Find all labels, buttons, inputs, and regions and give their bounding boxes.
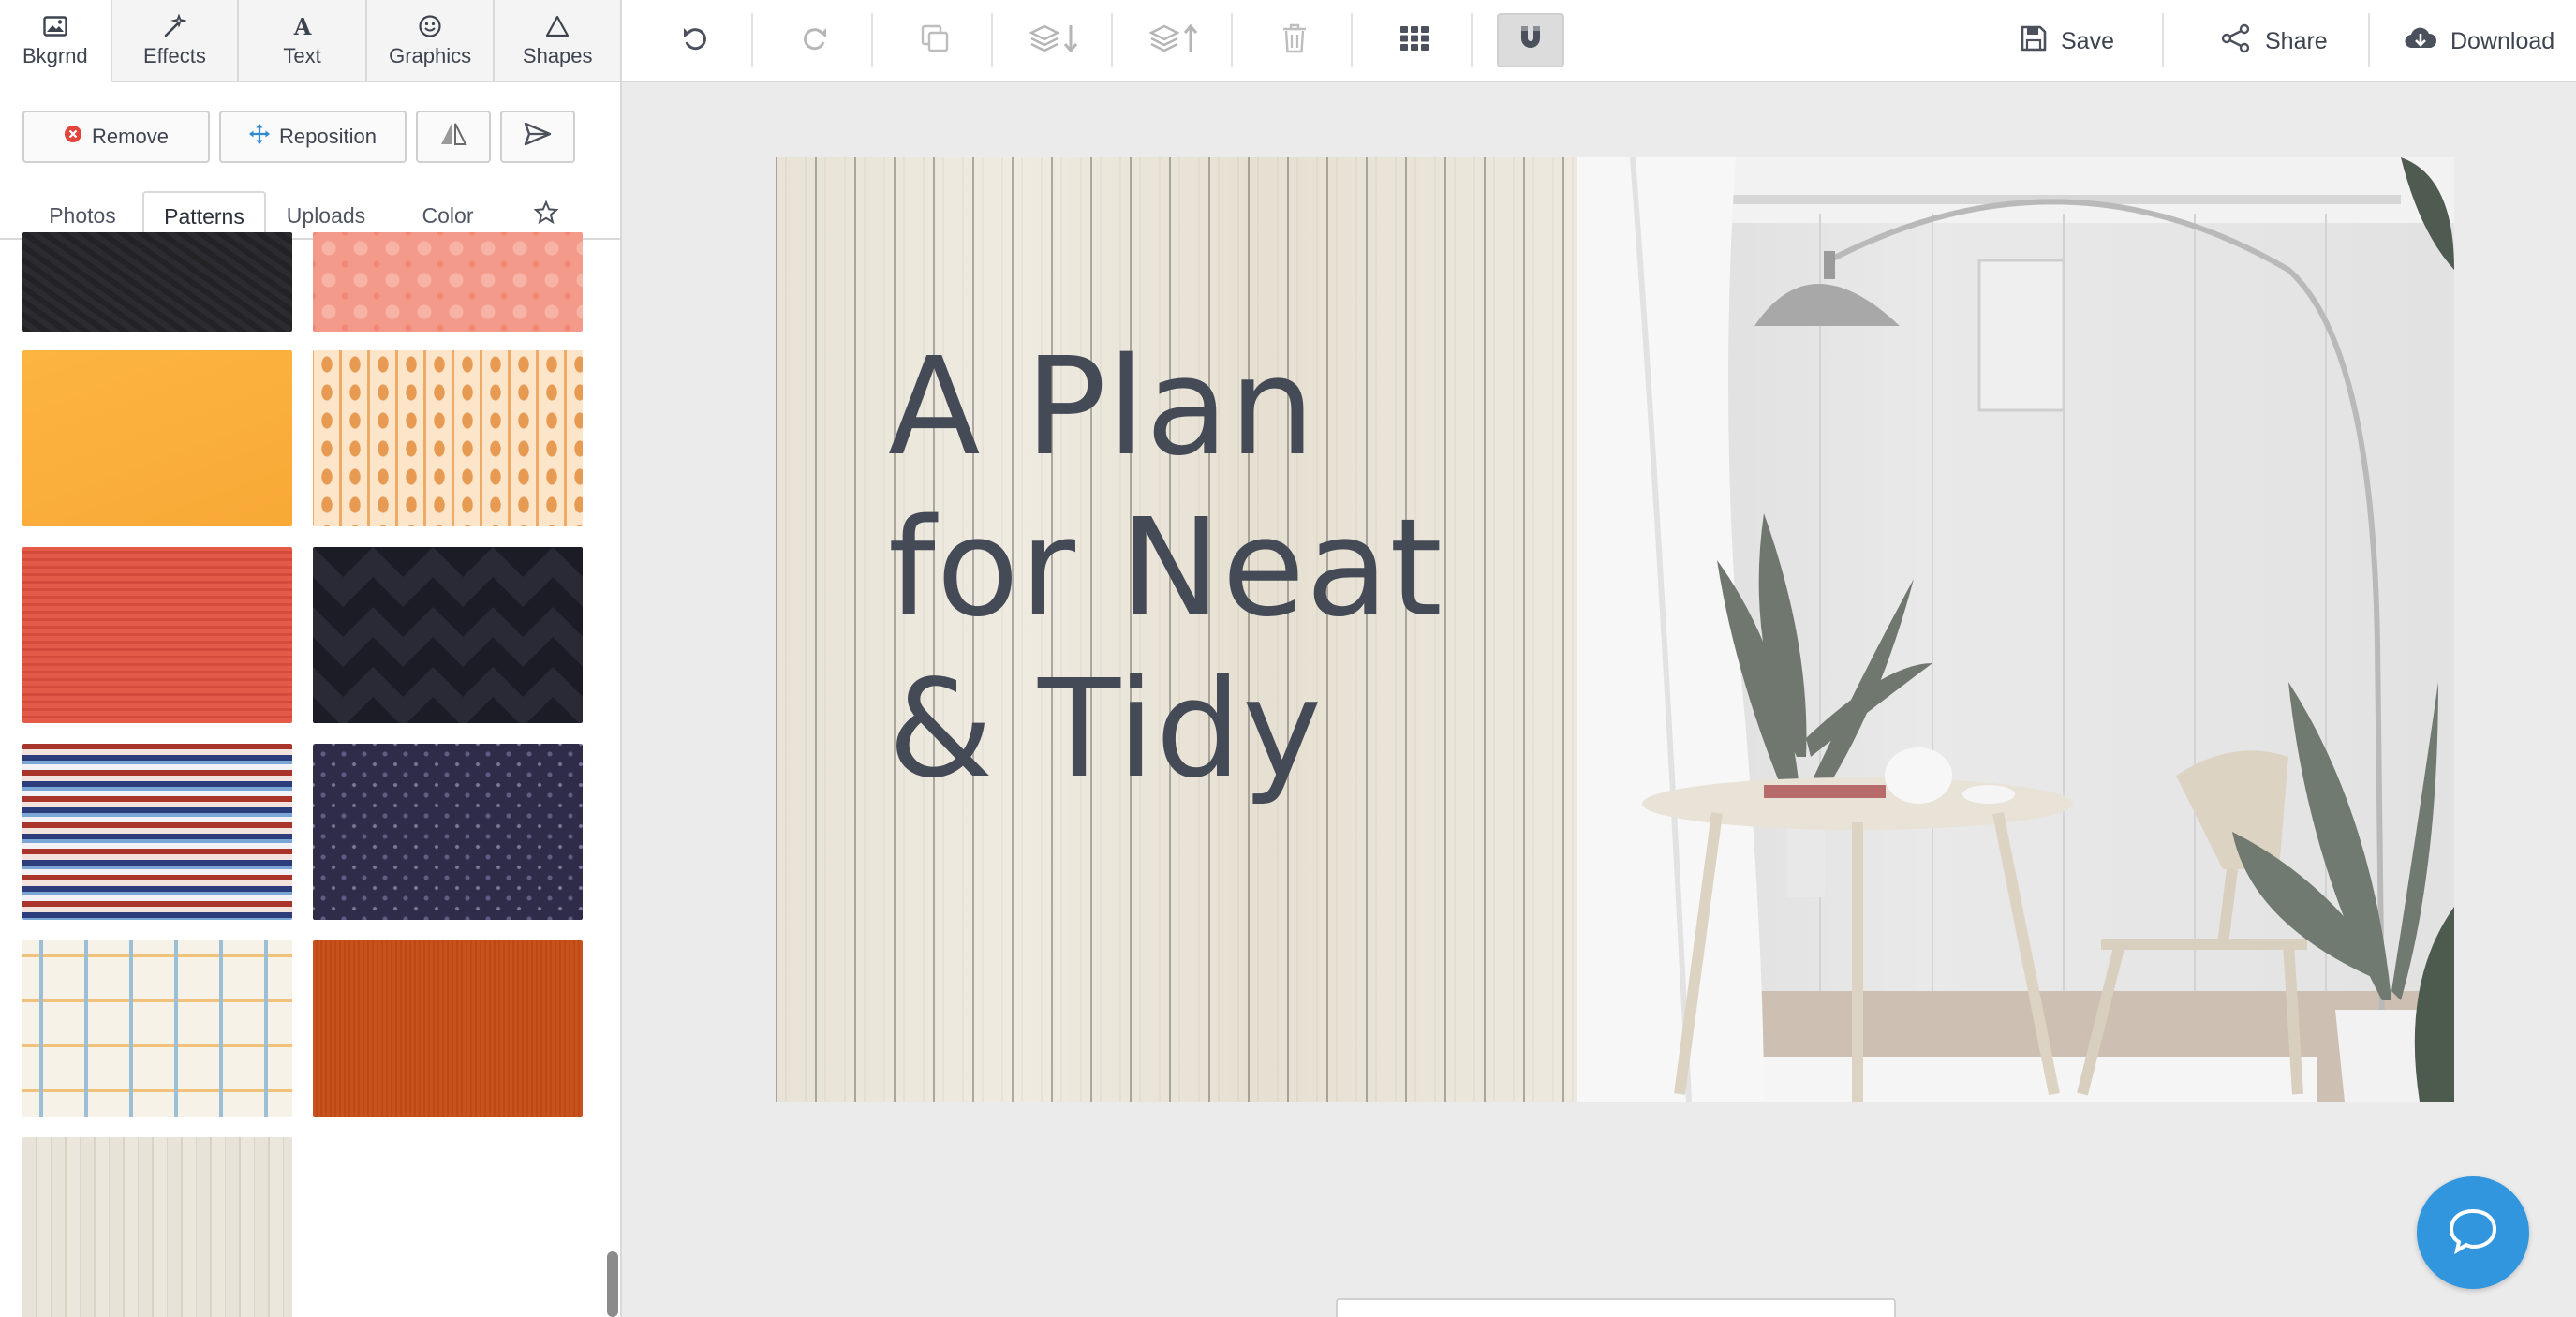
trash-icon [1281, 22, 1309, 59]
magic-wand-icon [162, 12, 187, 40]
triangle-icon [544, 12, 570, 40]
headline-line: & Tidy [888, 650, 1324, 807]
bring-forward-icon [1147, 22, 1202, 60]
share-button[interactable]: Share [2220, 21, 2328, 62]
remove-button[interactable]: Remove [22, 111, 210, 163]
tab-background[interactable]: Bkgrnd [0, 0, 112, 82]
tab-graphics-label: Graphics [389, 44, 472, 67]
toolbar-divider [991, 13, 993, 67]
toolbar-divider [2368, 13, 2370, 67]
tab-text-label: Text [283, 44, 321, 67]
pattern-orange-solid[interactable] [22, 350, 292, 526]
pattern-whitewash-wood[interactable] [22, 1137, 292, 1317]
send-backward-button[interactable] [1021, 13, 1088, 67]
tab-shapes-label: Shapes [522, 44, 593, 67]
tab-shapes[interactable]: Shapes [495, 0, 621, 82]
snap-magnet-button[interactable] [1497, 13, 1564, 67]
pattern-dark-chevron[interactable] [313, 547, 583, 723]
send-to-back-button[interactable] [500, 111, 575, 163]
subtab-color-label: Color [422, 202, 474, 228]
subtab-photos-label: Photos [49, 202, 116, 228]
move-icon [249, 124, 271, 150]
design-canvas[interactable]: A Plan for Neat & Tidy [776, 157, 2454, 1102]
svg-text:A: A [292, 14, 311, 38]
undo-icon [680, 23, 710, 58]
star-icon [533, 200, 559, 230]
duplicate-icon [919, 22, 951, 59]
grid-button[interactable] [1381, 13, 1448, 67]
reposition-button[interactable]: Reposition [219, 111, 407, 163]
save-label: Save [2061, 27, 2114, 54]
help-chat-button[interactable] [2417, 1176, 2529, 1289]
toolbar-divider [1111, 13, 1113, 67]
toolbar-divider [751, 13, 753, 67]
download-label: Download [2450, 27, 2555, 54]
grid-icon [1399, 25, 1429, 56]
pattern-navy-confetti[interactable] [313, 744, 583, 920]
redo-icon [800, 23, 830, 58]
remove-label: Remove [92, 125, 169, 148]
toolbar-divider [1471, 13, 1473, 67]
remove-icon [64, 125, 82, 149]
smiley-icon [418, 12, 442, 40]
toolbar-divider [1231, 13, 1233, 67]
subtab-uploads-label: Uploads [286, 202, 366, 228]
duplicate-button[interactable] [901, 13, 969, 67]
save-button[interactable]: Save [2020, 21, 2114, 62]
send-backward-icon [1028, 22, 1082, 60]
share-label: Share [2265, 27, 2328, 54]
tab-background-label: Bkgrnd [22, 44, 88, 67]
flip-button[interactable] [416, 111, 491, 163]
pattern-burnt-orange-linen[interactable] [313, 940, 583, 1117]
headline-line: A Plan [888, 328, 1316, 485]
tab-effects[interactable]: Effects [111, 0, 240, 82]
headline-line: for Neat [888, 489, 1443, 646]
interior-photo[interactable] [1577, 157, 2454, 1102]
redo-button[interactable] [781, 13, 849, 67]
tab-effects-label: Effects [143, 44, 206, 67]
pattern-kitchen-utensils[interactable] [313, 350, 583, 526]
pattern-pastel-geometric[interactable] [22, 940, 292, 1117]
reposition-label: Reposition [279, 125, 377, 148]
share-icon [2220, 23, 2252, 60]
tool-tabs: Bkgrnd Effects A Text Graphics Shapes [0, 0, 622, 82]
floppy-disk-icon [2020, 24, 2048, 59]
magnet-icon [1516, 23, 1546, 58]
panel-scrollbar[interactable] [607, 1251, 618, 1317]
toolbar-divider [2162, 13, 2164, 67]
cloud-download-icon [2404, 25, 2437, 58]
background-panel: Remove Reposition Photos Patterns Upload… [0, 82, 622, 1317]
subtab-patterns-label: Patterns [164, 203, 244, 229]
chat-bubble-icon [2448, 1207, 2498, 1259]
top-toolbar: Save Share Download [622, 0, 2576, 82]
toolbar-divider [871, 13, 873, 67]
headline-text[interactable]: A Plan for Neat & Tidy [888, 326, 1469, 809]
tab-graphics[interactable]: Graphics [366, 0, 496, 82]
pattern-coral-floral[interactable] [313, 232, 583, 332]
text-icon: A [290, 12, 315, 40]
download-button[interactable]: Download [2404, 21, 2554, 62]
paper-plane-icon [524, 122, 552, 152]
delete-button[interactable] [1261, 13, 1328, 67]
interior-scene [1577, 157, 2454, 1102]
undo-button[interactable] [661, 13, 729, 67]
bring-forward-button[interactable] [1141, 13, 1208, 67]
toolbar-divider [1351, 13, 1353, 67]
image-icon [43, 12, 67, 40]
tab-text[interactable]: A Text [239, 0, 367, 82]
pattern-dark-texture[interactable] [22, 232, 292, 332]
pattern-red-texture[interactable] [22, 547, 292, 723]
pattern-wave-stripes[interactable] [22, 744, 292, 920]
zoom-bar[interactable] [1336, 1298, 1896, 1317]
flip-icon [439, 121, 467, 153]
